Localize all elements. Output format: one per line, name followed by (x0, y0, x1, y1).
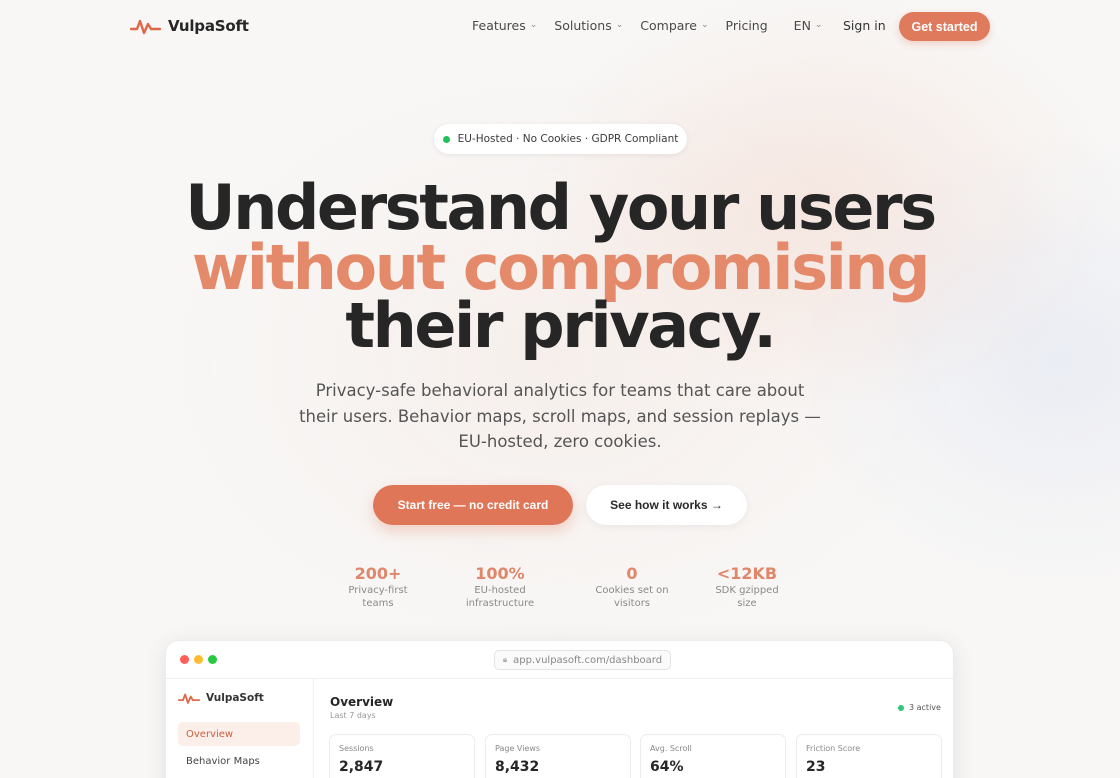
active-count: 3 active (909, 703, 941, 712)
brand-logo[interactable]: VulpaSoft (130, 16, 249, 36)
browser-bar: 🔒︎ app.vulpasoft.com/dashboard (166, 641, 953, 679)
stat-sdk-size: <12KB SDK gzipped size (687, 564, 807, 610)
status-dot-icon (442, 135, 450, 143)
preview-period: Last 7 days (330, 711, 376, 720)
nav-solutions[interactable]: Solutions ⌄ (554, 18, 623, 33)
sidebar-item-behavior-maps[interactable]: Behavior Maps (178, 749, 300, 773)
see-how-it-works-button[interactable]: See how it works → (586, 485, 747, 525)
address-bar: 🔒︎ app.vulpasoft.com/dashboard (494, 650, 671, 670)
brand-name: VulpaSoft (168, 17, 249, 35)
headline-line-1: Understand your users (185, 171, 937, 244)
sidebar-item-overview[interactable]: Overview (178, 722, 300, 746)
nav-pricing[interactable]: Pricing (726, 18, 768, 33)
stat-value: <12KB (716, 564, 778, 583)
preview-sidebar: VulpaSoft Overview Behavior Maps (166, 679, 314, 778)
top-nav: VulpaSoft Features ⌄ Solutions ⌄ Compare… (0, 0, 1120, 54)
preview-brand-name: VulpaSoft (206, 692, 264, 704)
stat-value: 0 (626, 564, 638, 583)
nav-solutions-label: Solutions (554, 18, 612, 33)
metric-label: Sessions (339, 744, 374, 753)
start-free-button[interactable]: Start free — no credit card (373, 485, 573, 525)
stat-teams: 200+ Privacy-first teams (318, 564, 438, 610)
address-url: app.vulpasoft.com/dashboard (513, 654, 663, 666)
chevron-down-icon: ⌄ (814, 19, 823, 30)
lock-icon: 🔒︎ (502, 655, 508, 664)
window-close-dot (180, 655, 189, 664)
stat-label: EU-hosted infrastructure (465, 585, 535, 609)
metric-card-avg-scroll: Avg. Scroll 64% (640, 734, 786, 778)
metric-label: Avg. Scroll (650, 744, 692, 753)
window-maximize-dot (208, 655, 217, 664)
chevron-down-icon: ⌄ (529, 19, 538, 30)
nav-features[interactable]: Features ⌄ (472, 18, 537, 33)
stat-eu-hosted: 100% EU-hosted infrastructure (440, 564, 560, 610)
active-visitors: 3 active (898, 703, 941, 712)
nav-features-label: Features (472, 18, 526, 33)
window-minimize-dot (194, 655, 203, 664)
pulse-logo-icon (130, 19, 161, 35)
live-dot-icon (898, 704, 904, 711)
get-started-button[interactable]: Get started (899, 12, 990, 41)
chevron-down-icon: ⌄ (700, 19, 709, 30)
dashboard-preview: 🔒︎ app.vulpasoft.com/dashboard VulpaSoft… (165, 640, 954, 778)
chevron-down-icon: ⌄ (615, 19, 624, 30)
stat-label: Privacy-first teams (348, 585, 408, 609)
metric-value: 64% (650, 759, 684, 775)
stat-value: 200+ (354, 564, 402, 583)
preview-brand: VulpaSoft (178, 691, 264, 705)
language-label: EN (793, 18, 811, 33)
metric-label: Friction Score (806, 744, 861, 753)
language-selector[interactable]: EN ⌄ (794, 18, 823, 33)
metric-value: 23 (806, 759, 826, 775)
headline-line-3: their privacy. (345, 289, 777, 362)
metric-value: 2,847 (339, 759, 384, 775)
metric-card-sessions: Sessions 2,847 (329, 734, 475, 778)
metric-value: 8,432 (495, 759, 540, 775)
nav-compare-label: Compare (640, 18, 697, 33)
pulse-logo-icon (178, 693, 200, 704)
nav-links: Features ⌄ Solutions ⌄ Compare ⌄ Pricing… (472, 18, 839, 33)
hero-subtitle: Privacy-safe behavioral analytics for te… (299, 381, 821, 451)
metric-label: Page Views (495, 744, 541, 753)
nav-pricing-label: Pricing (725, 18, 768, 33)
badge-text: EU-Hosted · No Cookies · GDPR Compliant (457, 133, 679, 145)
metric-card-friction-score: Friction Score 23 (796, 734, 942, 778)
stat-value: 100% (475, 564, 525, 583)
nav-compare[interactable]: Compare ⌄ (640, 18, 708, 33)
stat-label: SDK gzipped size (715, 585, 779, 609)
preview-page-title: Overview (330, 695, 394, 709)
stat-cookies: 0 Cookies set on visitors (572, 564, 692, 610)
sign-in-link[interactable]: Sign in (843, 18, 886, 33)
compliance-badge: EU-Hosted · No Cookies · GDPR Compliant (434, 124, 687, 154)
stat-label: Cookies set on visitors (595, 585, 669, 609)
metric-card-page-views: Page Views 8,432 (485, 734, 631, 778)
